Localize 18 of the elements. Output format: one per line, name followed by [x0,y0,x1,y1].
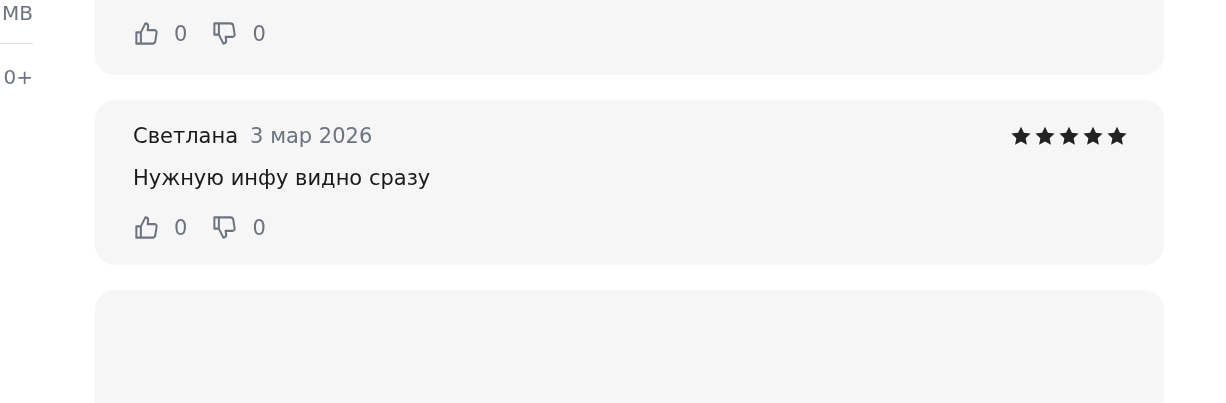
thumbs-up-icon [133,214,160,241]
thumbs-down-icon [211,214,239,241]
like-button[interactable]: 0 [133,20,188,47]
review-date: 3 мар 2026 [250,124,373,148]
star-icon [1082,125,1104,147]
thumbs-down-icon [211,20,239,47]
info-value: MB [2,0,33,26]
star-icon [1010,125,1032,147]
dislike-button[interactable]: 0 [211,20,266,47]
like-button[interactable]: 0 [133,214,188,241]
star-icon [1106,125,1128,147]
review-text: Нужную инфу видно сразу [133,166,432,190]
thumbs-up-icon [133,20,160,47]
star-icon [1034,125,1056,147]
info-value: 0+ [3,64,33,90]
review-author: Светлана [133,124,239,148]
dislike-button[interactable]: 0 [211,214,266,241]
star-icon [1058,125,1080,147]
